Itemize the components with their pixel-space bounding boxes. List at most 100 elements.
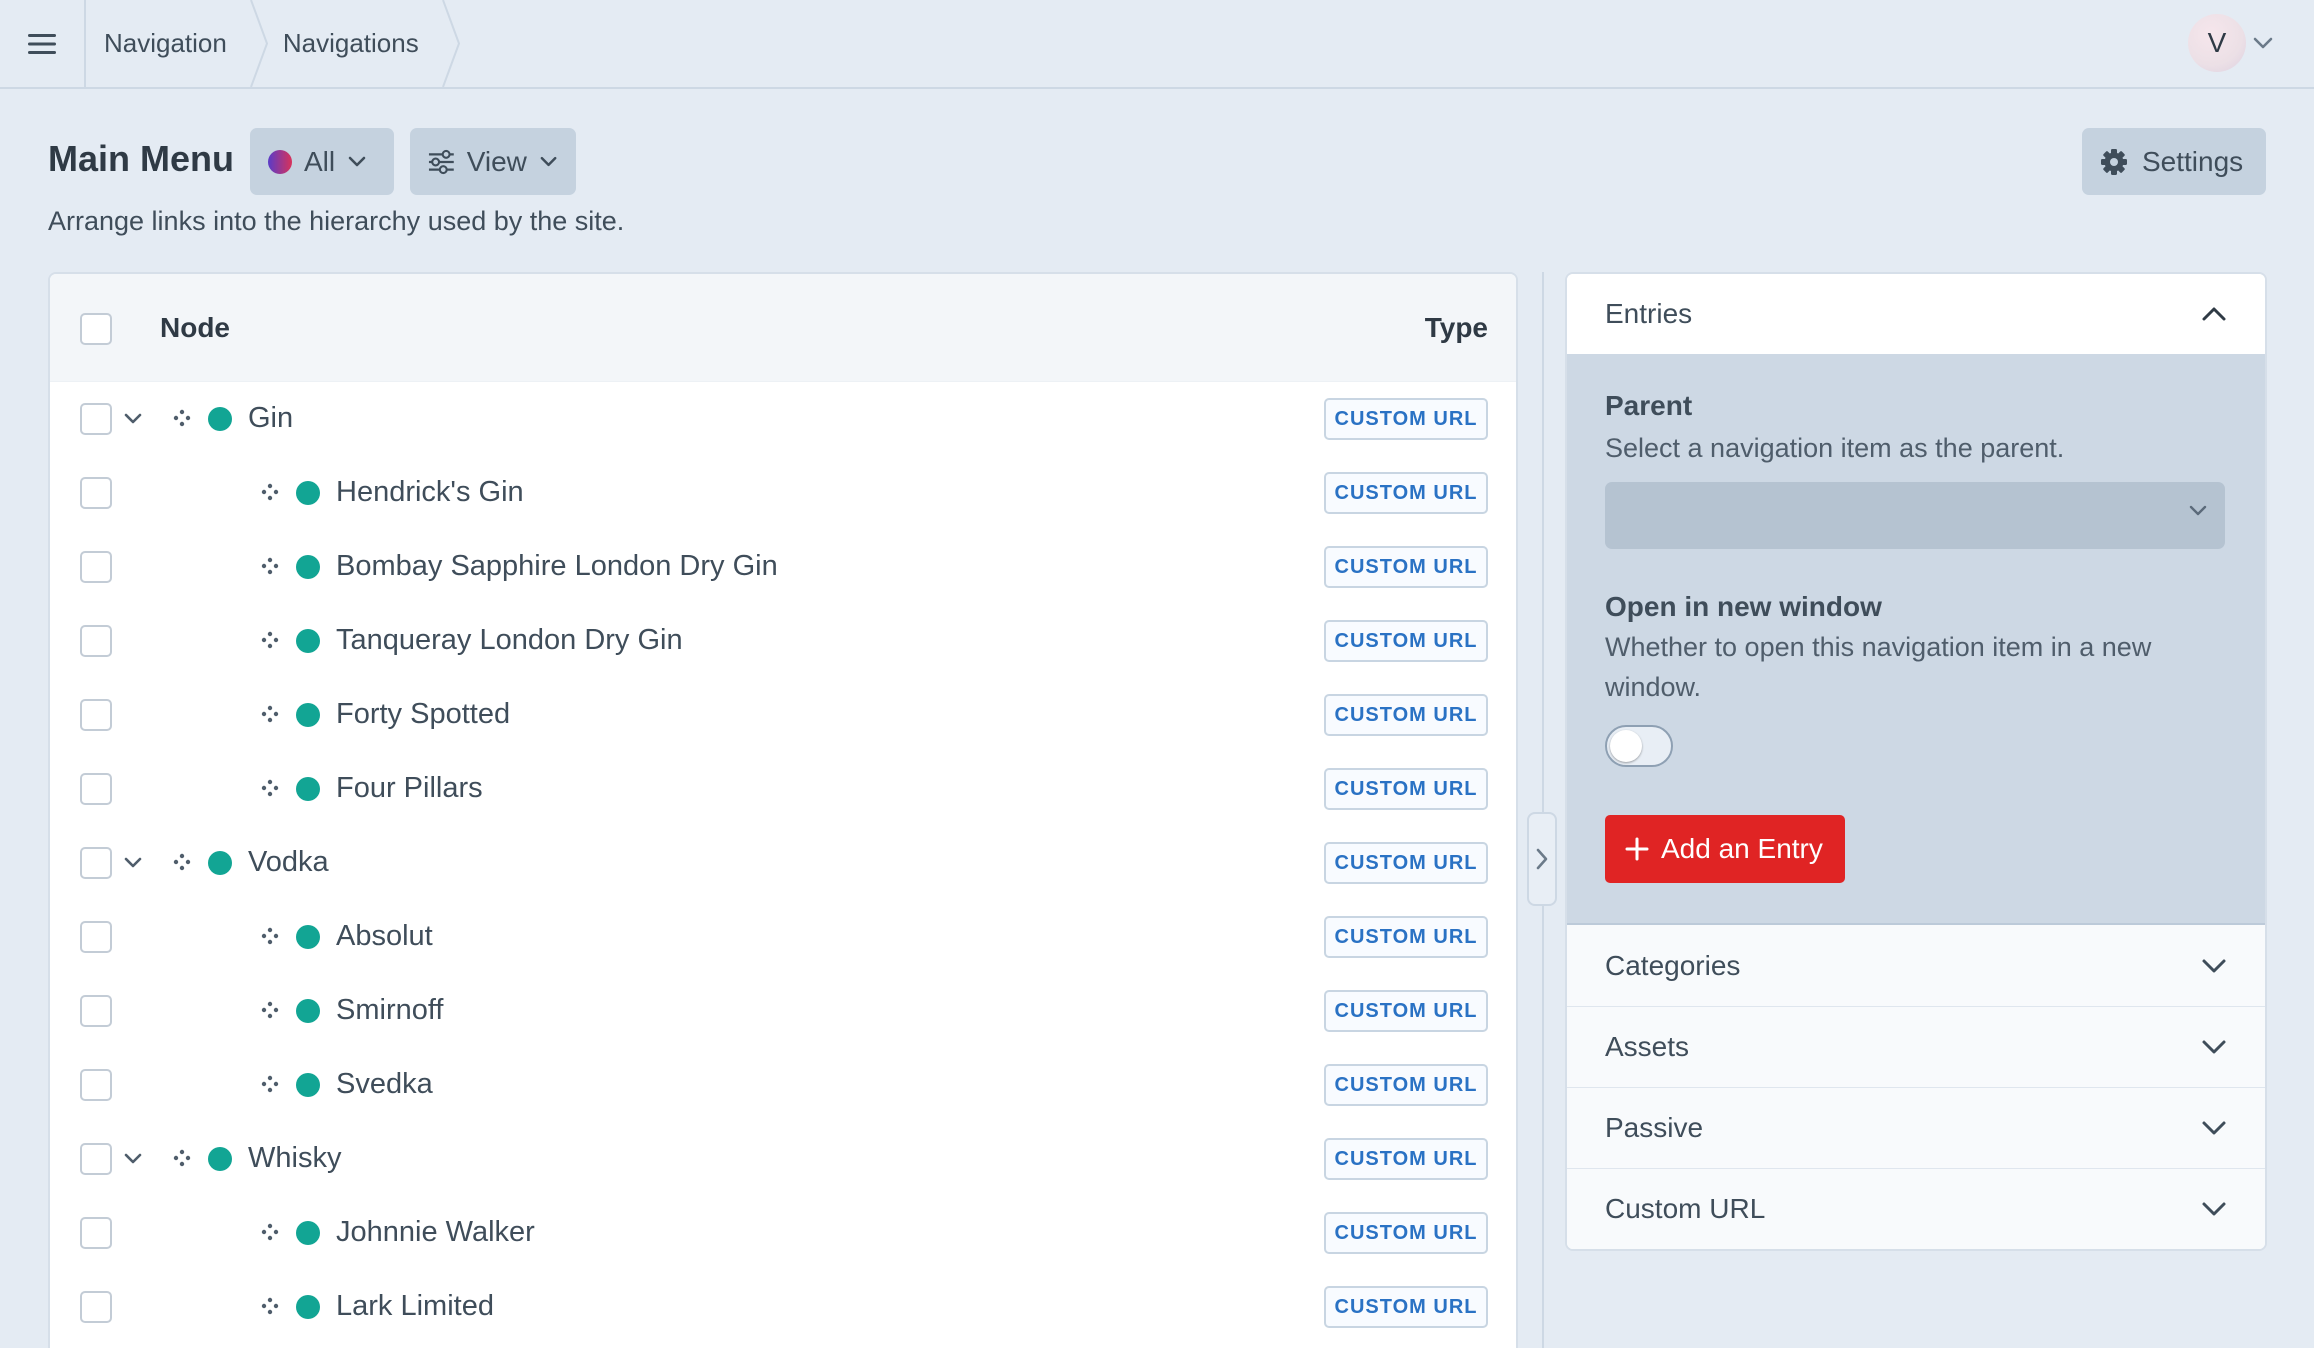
drag-handle-icon[interactable] [260,1296,280,1316]
chevron-down-icon [2202,1202,2226,1216]
hamburger-icon[interactable] [0,0,86,87]
site-filter-button[interactable]: All [250,128,394,195]
chevron-right-icon [1536,848,1548,870]
new-window-toggle[interactable] [1605,725,1673,767]
type-badge: CUSTOM URL [1324,546,1488,588]
type-badge: CUSTOM URL [1324,398,1488,440]
add-entry-button[interactable]: Add an Entry [1605,815,1845,883]
drag-handle-icon[interactable] [172,1148,192,1168]
node-label[interactable]: Absolut [336,920,433,953]
row-checkbox[interactable] [80,995,112,1027]
column-header-type: Type [1424,312,1488,343]
chevron-down-icon [348,156,366,167]
parent-select[interactable] [1605,482,2225,549]
type-badge: CUSTOM URL [1324,842,1488,884]
collapsed-sections: Categories Assets Passive Custom URL [1567,925,2265,1249]
settings-button[interactable]: Settings [2082,128,2266,195]
drag-handle-icon[interactable] [260,1222,280,1242]
row-checkbox[interactable] [80,921,112,953]
node-label[interactable]: Bombay Sapphire London Dry Gin [336,550,778,583]
row-checkbox[interactable] [80,1069,112,1101]
breadcrumb-separator-icon [441,0,460,87]
drag-handle-icon[interactable] [260,556,280,576]
top-bar: Navigation Navigations V [0,0,2314,89]
section-header-custom-url[interactable]: Custom URL [1567,1168,2265,1249]
tree-row[interactable]: Smirnoff CUSTOM URL [50,974,1516,1048]
tree-row[interactable]: Vodka CUSTOM URL [50,826,1516,900]
chevron-down-icon[interactable] [122,850,144,874]
tree-row[interactable]: Bombay Sapphire London Dry Gin CUSTOM URL [50,530,1516,604]
entries-section-title: Entries [1605,298,1693,329]
row-checkbox[interactable] [80,625,112,657]
drag-handle-icon[interactable] [260,704,280,724]
status-indicator [208,851,232,875]
drag-handle-icon[interactable] [260,1074,280,1094]
node-label[interactable]: Forty Spotted [336,698,510,731]
drag-handle-icon[interactable] [260,1000,280,1020]
row-checkbox[interactable] [80,1217,112,1249]
node-label[interactable]: Tanqueray London Dry Gin [336,624,683,657]
chevron-down-icon [2202,1040,2226,1054]
tree-row[interactable]: Absolut CUSTOM URL [50,900,1516,974]
node-label[interactable]: Vodka [248,846,329,879]
breadcrumb-navigation[interactable]: Navigation [86,0,268,87]
tree-row[interactable]: Johnnie Walker CUSTOM URL [50,1196,1516,1270]
type-badge: CUSTOM URL [1324,1138,1488,1180]
node-label[interactable]: Hendrick's Gin [336,476,524,509]
row-checkbox[interactable] [80,847,112,879]
breadcrumb-label: Navigation [104,28,227,58]
node-label[interactable]: Four Pillars [336,772,483,805]
tree-row[interactable]: Gin CUSTOM URL [50,382,1516,456]
sliders-icon [428,149,454,174]
row-checkbox[interactable] [80,1143,112,1175]
chevron-up-icon [2202,307,2226,321]
section-header-assets[interactable]: Assets [1567,1006,2265,1087]
account-menu[interactable]: V [2188,14,2274,72]
node-label[interactable]: Whisky [248,1142,341,1175]
drag-handle-icon[interactable] [260,482,280,502]
node-label[interactable]: Johnnie Walker [336,1216,535,1249]
breadcrumb-navigations[interactable]: Navigations [253,0,460,87]
tree-row[interactable]: Hendrick's Gin CUSTOM URL [50,456,1516,530]
drag-handle-icon[interactable] [172,852,192,872]
drag-handle-icon[interactable] [260,630,280,650]
status-indicator [296,703,320,727]
sidebar-toggle-button[interactable] [1527,812,1557,906]
drag-handle-icon[interactable] [260,926,280,946]
tree-row[interactable]: Tanqueray London Dry Gin CUSTOM URL [50,604,1516,678]
tree-row[interactable]: Whisky CUSTOM URL [50,1122,1516,1196]
section-header-categories[interactable]: Categories [1567,925,2265,1006]
section-header-passive[interactable]: Passive [1567,1087,2265,1168]
node-label[interactable]: Svedka [336,1068,433,1101]
tree-row[interactable]: Forty Spotted CUSTOM URL [50,678,1516,752]
drag-handle-icon[interactable] [172,408,192,428]
chevron-down-icon [2189,505,2207,516]
row-checkbox[interactable] [80,699,112,731]
row-checkbox[interactable] [80,773,112,805]
row-checkbox[interactable] [80,477,112,509]
status-indicator [296,629,320,653]
node-label[interactable]: Gin [248,402,293,435]
panel-divider [1542,272,1544,1348]
entries-section-header[interactable]: Entries [1567,274,2265,354]
avatar[interactable]: V [2188,14,2246,72]
view-label: View [466,145,527,177]
status-indicator [296,481,320,505]
row-checkbox[interactable] [80,1291,112,1323]
status-indicator [296,1073,320,1097]
row-checkbox[interactable] [80,403,112,435]
chevron-down-icon[interactable] [122,1146,144,1170]
row-checkbox[interactable] [80,551,112,583]
chevron-down-icon[interactable] [122,406,144,430]
chevron-down-icon[interactable] [2252,36,2274,50]
tree-row[interactable]: Four Pillars CUSTOM URL [50,752,1516,826]
type-badge: CUSTOM URL [1324,990,1488,1032]
tree-row[interactable]: Lark Limited CUSTOM URL [50,1270,1516,1344]
drag-handle-icon[interactable] [260,778,280,798]
node-label[interactable]: Lark Limited [336,1290,494,1323]
view-button[interactable]: View [410,128,576,195]
chevron-down-icon [540,156,557,167]
node-label[interactable]: Smirnoff [336,994,443,1027]
tree-row[interactable]: Svedka CUSTOM URL [50,1048,1516,1122]
select-all-checkbox[interactable] [80,313,112,345]
